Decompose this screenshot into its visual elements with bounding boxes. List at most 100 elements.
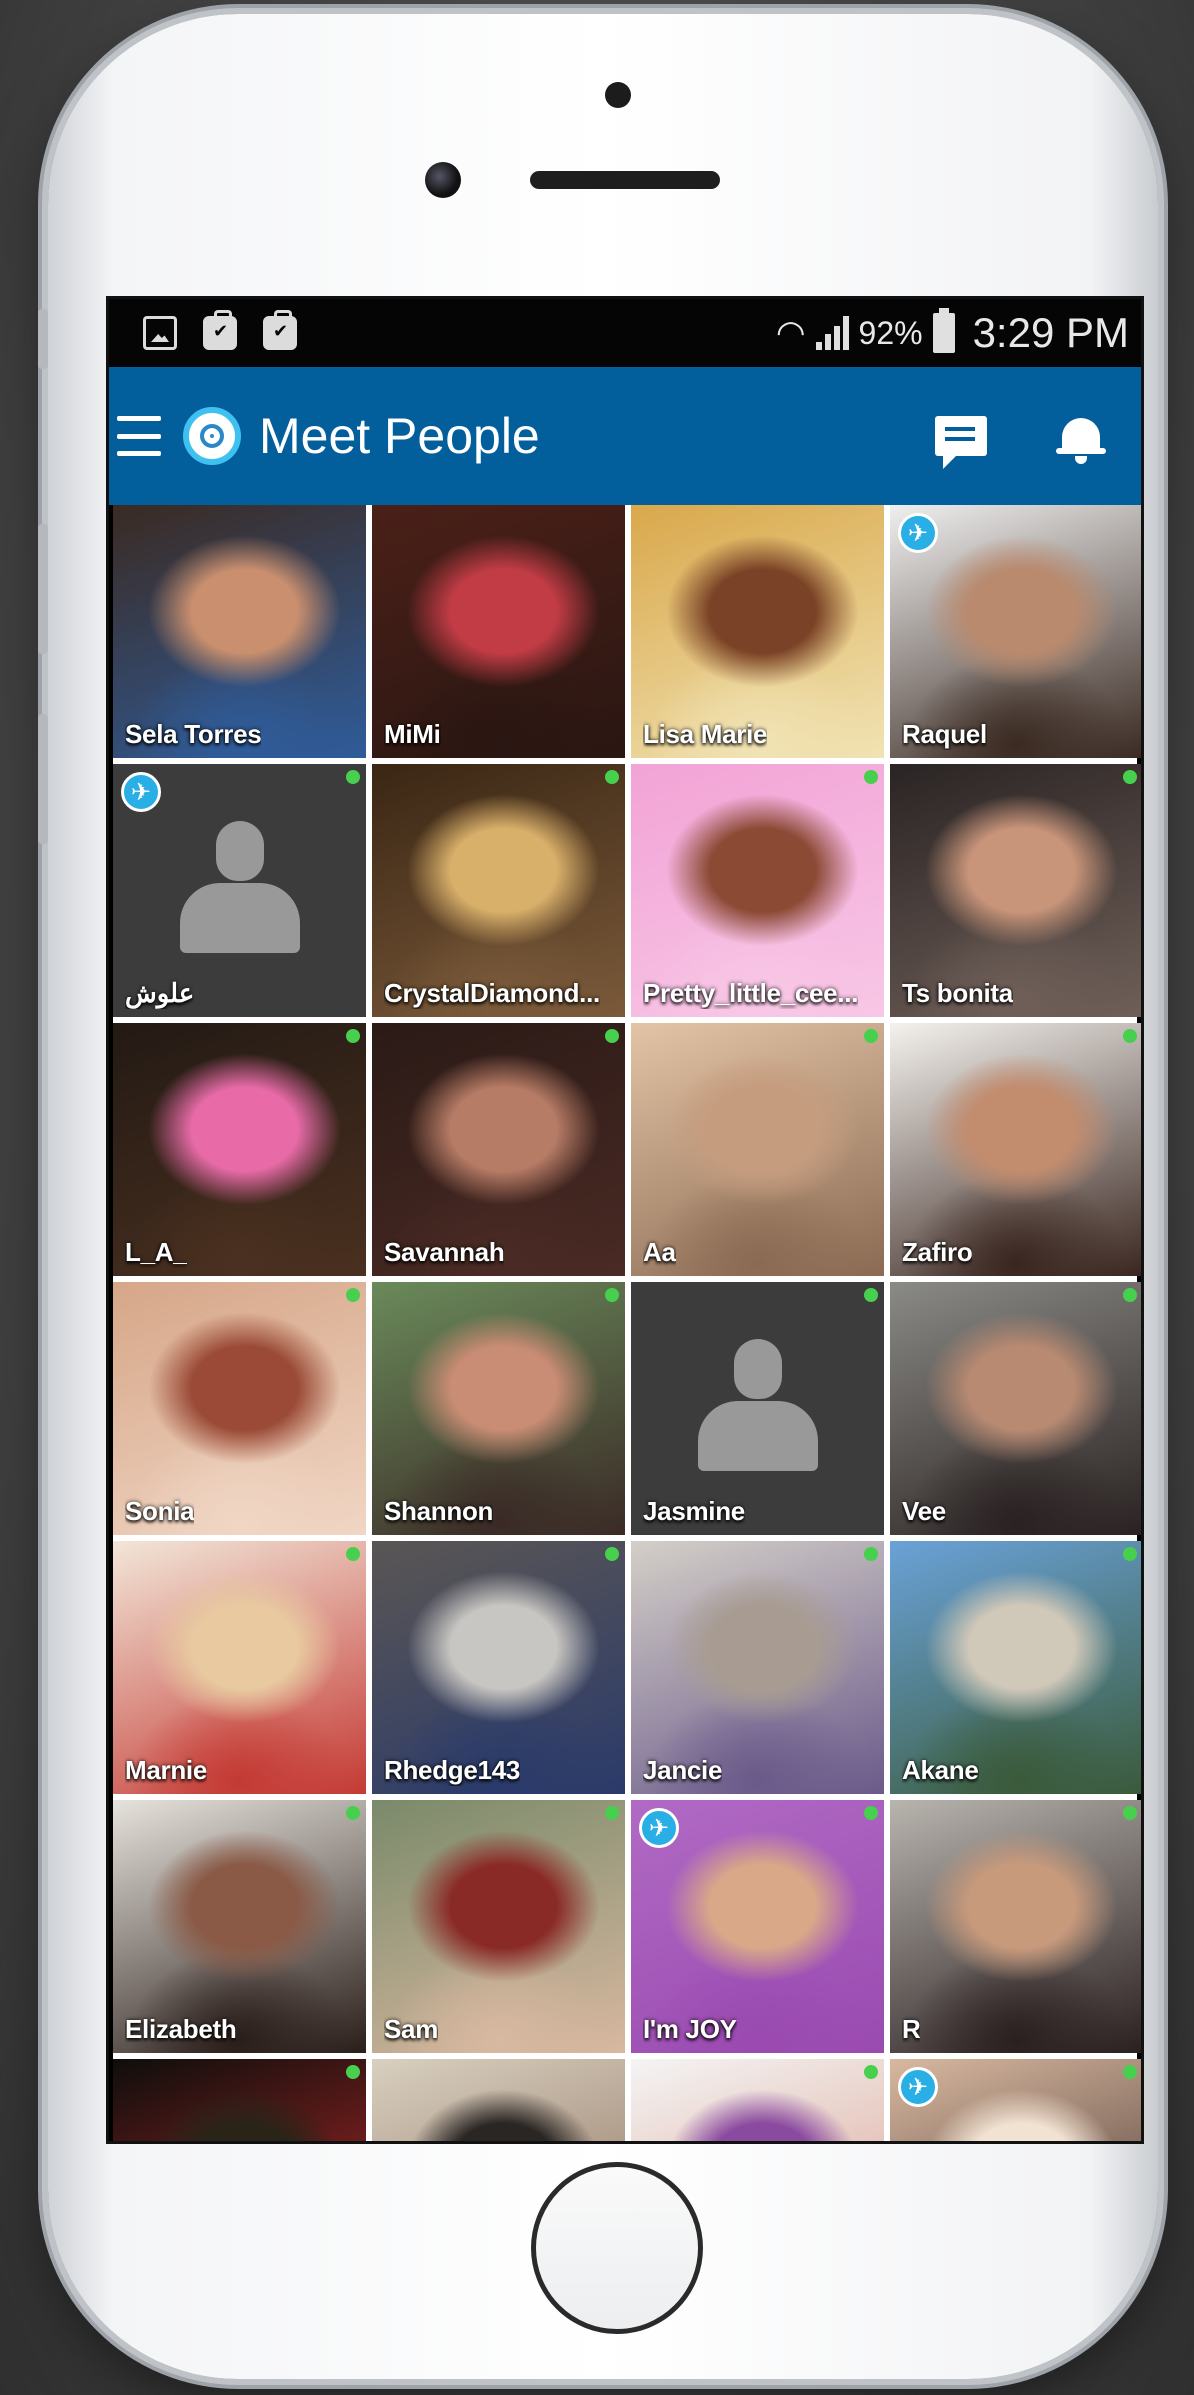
front-camera (425, 162, 461, 198)
profile-tile[interactable]: Akane (890, 1541, 1141, 1794)
profile-name: Sela Torres (125, 719, 262, 749)
online-dot-icon (605, 1288, 619, 1302)
chat-button[interactable] (901, 367, 1021, 505)
online-dot-icon (864, 1547, 878, 1561)
online-dot-icon (1123, 1806, 1137, 1820)
profile-name: Savannah (384, 1237, 505, 1267)
online-dot-icon (605, 1029, 619, 1043)
profile-name: R (902, 2014, 921, 2044)
online-dot-icon (346, 1288, 360, 1302)
bell-icon (1056, 418, 1106, 464)
briefcase-check-icon (203, 310, 237, 350)
profile-tile[interactable]: Savannah (372, 1023, 625, 1276)
profile-grid: Sela Torres MiMi Lisa Marie ✈ Raquel ✈ علوش Cry… (113, 505, 1141, 2141)
profile-name: Zafiro (902, 1237, 973, 1267)
profile-tile[interactable]: L_A_ (113, 1023, 366, 1276)
profile-photo (372, 2059, 625, 2141)
profile-tile[interactable]: Lisa Marie (631, 505, 884, 758)
profile-name: Marnie (125, 1755, 208, 1785)
profile-tile[interactable]: ✈ Raquel (890, 505, 1141, 758)
profile-tile[interactable]: ✈ علوش (113, 764, 366, 1017)
online-dot-icon (605, 1806, 619, 1820)
volume-down-button (38, 714, 48, 844)
profile-name: MiMi (384, 719, 441, 749)
profile-tile[interactable]: Aa (631, 1023, 884, 1276)
profile-photo (631, 2059, 884, 2141)
profile-tile[interactable]: Shannon (372, 1282, 625, 1535)
profile-name: Jasmine (643, 1496, 745, 1526)
online-dot-icon (864, 770, 878, 784)
status-time: 3:29 PM (972, 309, 1129, 356)
profile-name: Lisa Marie (643, 719, 768, 749)
battery-icon (932, 308, 955, 353)
profile-tile[interactable]: R (890, 1800, 1141, 2053)
profile-name: علوش (125, 978, 195, 1008)
profile-name: Jancie (643, 1755, 723, 1785)
profile-tile[interactable]: Jasmine (631, 1282, 884, 1535)
airplane-icon: ✈ (898, 513, 938, 553)
person-silhouette-icon (697, 1338, 818, 1479)
proximity-sensor (605, 82, 631, 108)
online-dot-icon (346, 1029, 360, 1043)
phone-frame: ◠ 92% 3:29 PM Meet People Sela Torres MiM… (38, 14, 1158, 2379)
profile-tile[interactable]: Pretty_little_cee... (631, 764, 884, 1017)
profile-name: Sonia (125, 1496, 195, 1526)
profile-tile[interactable]: Marnie (113, 1541, 366, 1794)
wifi-icon: ◠ (775, 314, 806, 352)
online-dot-icon (864, 1029, 878, 1043)
mute-switch (38, 309, 48, 369)
app-bar: Meet People (109, 367, 1141, 505)
home-button[interactable] (531, 2162, 703, 2334)
notifications-button[interactable] (1021, 367, 1141, 505)
airplane-icon: ✈ (639, 1808, 679, 1848)
profile-tile[interactable] (372, 2059, 625, 2141)
chat-icon (935, 416, 987, 469)
online-dot-icon (1123, 1288, 1137, 1302)
profile-tile[interactable]: Elizabeth (113, 1800, 366, 2053)
online-dot-icon (346, 1547, 360, 1561)
online-dot-icon (605, 770, 619, 784)
online-dot-icon (864, 2065, 878, 2079)
profile-tile[interactable]: MiMi (372, 505, 625, 758)
status-right: ◠ 92% 3:29 PM (775, 308, 1129, 357)
online-dot-icon (1123, 770, 1137, 784)
app-logo-icon (183, 407, 241, 465)
online-dot-icon (605, 1547, 619, 1561)
status-bar: ◠ 92% 3:29 PM (109, 299, 1141, 367)
profile-tile[interactable]: Zafiro (890, 1023, 1141, 1276)
battery-percent: 92% (858, 314, 923, 351)
profile-tile[interactable]: Ts bonita (890, 764, 1141, 1017)
profile-tile[interactable]: Jancie (631, 1541, 884, 1794)
profile-tile[interactable] (631, 2059, 884, 2141)
online-dot-icon (1123, 1547, 1137, 1561)
profile-name: Pretty_little_cee... (643, 978, 859, 1008)
profile-name: Elizabeth (125, 2014, 237, 2044)
screen: ◠ 92% 3:29 PM Meet People Sela Torres MiM… (106, 296, 1144, 2144)
profile-name: Rhedge143 (384, 1755, 521, 1785)
airplane-icon: ✈ (898, 2067, 938, 2107)
hamburger-menu-icon[interactable] (117, 416, 161, 456)
image-icon (143, 316, 177, 350)
profile-tile[interactable]: CrystalDiamond... (372, 764, 625, 1017)
profile-tile[interactable]: Sam (372, 1800, 625, 2053)
profile-tile[interactable]: Sela Torres (113, 505, 366, 758)
profile-name: L_A_ (125, 1237, 188, 1267)
profile-tile[interactable]: ✈ I'm JOY (631, 1800, 884, 2053)
profile-name: I'm JOY (643, 2014, 737, 2044)
profile-name: CrystalDiamond... (384, 978, 600, 1008)
online-dot-icon (346, 2065, 360, 2079)
status-left-icons (143, 310, 297, 350)
profile-tile[interactable] (113, 2059, 366, 2141)
profile-tile[interactable]: ✈ (890, 2059, 1141, 2141)
person-silhouette-icon (179, 820, 300, 961)
briefcase-check-icon (263, 310, 297, 350)
online-dot-icon (346, 1806, 360, 1820)
profile-tile[interactable]: Sonia (113, 1282, 366, 1535)
signal-icon (815, 316, 849, 350)
online-dot-icon (864, 1806, 878, 1820)
online-dot-icon (1123, 1029, 1137, 1043)
profile-tile[interactable]: Rhedge143 (372, 1541, 625, 1794)
volume-up-button (38, 524, 48, 654)
profile-name: Vee (902, 1496, 946, 1526)
profile-tile[interactable]: Vee (890, 1282, 1141, 1535)
